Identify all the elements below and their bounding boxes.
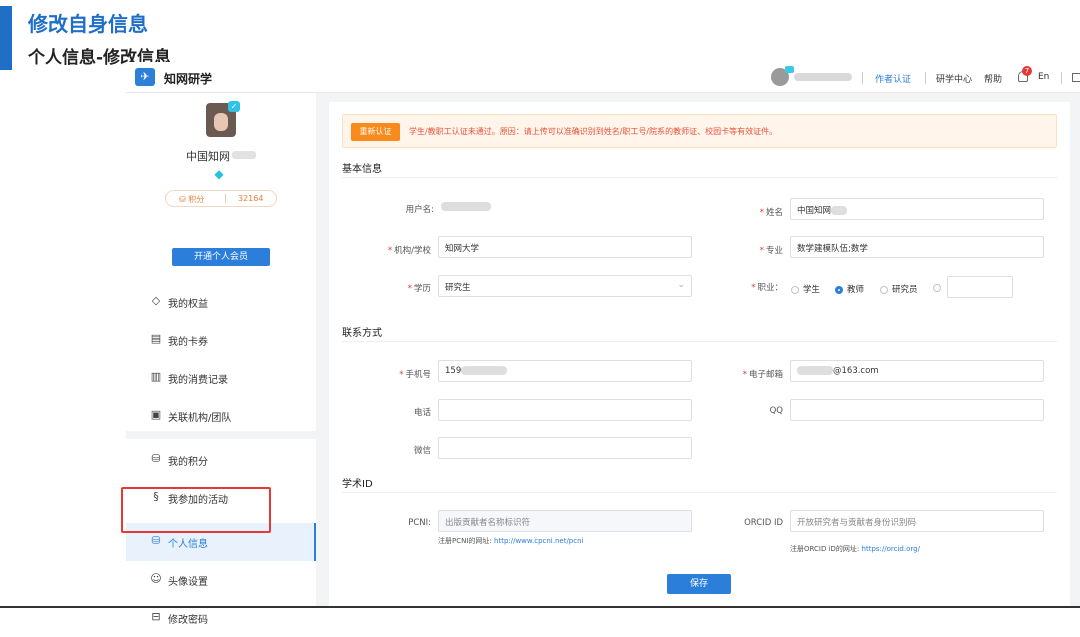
username-label: 用户名: [405, 205, 434, 215]
job-radio-student[interactable]: 学生 [791, 283, 820, 295]
orcid-input[interactable]: 开放研究者与贡献者身份识别码 [790, 510, 1044, 532]
job-other-input[interactable] [947, 276, 1013, 298]
education-select[interactable]: 研究生 ⌄ [438, 275, 692, 297]
username-value [441, 202, 491, 212]
job-radio-researcher[interactable]: 研究员 [880, 283, 918, 295]
coins-icon: ⛁ [151, 452, 161, 465]
vip-badge-icon [785, 66, 794, 73]
phone-input[interactable]: 159 [438, 360, 692, 382]
alert-message: 学生/教职工认证未通过。原因：请上传可以准确识别到姓名/职工号/院系的教师证、校… [409, 127, 778, 136]
recertify-button[interactable]: 重新认证 [351, 123, 400, 141]
logout-icon[interactable] [1072, 73, 1080, 82]
sidebar-item-consumption[interactable]: ▥ 我的消费记录 [126, 359, 316, 397]
language-toggle[interactable]: En [1038, 72, 1049, 82]
points-value: 32164 [238, 194, 264, 203]
orcid-link[interactable]: https://orcid.org/ [862, 545, 920, 553]
pcni-link[interactable]: http://www.cpcni.net/pcni [494, 537, 583, 545]
notification-count: 7 [1022, 66, 1032, 76]
coins-icon: ⛁ [151, 534, 161, 547]
qq-input[interactable] [790, 399, 1044, 421]
points-pill[interactable]: ⛁ 积分 32164 [165, 190, 277, 207]
research-center-link[interactable]: 研学中心 [936, 72, 972, 85]
sidebar-item-coupons[interactable]: ▤ 我的卡券 [126, 321, 316, 359]
chevron-down-icon: ⌄ [677, 280, 685, 290]
job-radio-other[interactable] [933, 283, 945, 293]
name-blurred [232, 151, 256, 159]
open-vip-button[interactable]: 开通个人会员 [172, 248, 270, 266]
cert-alert: 重新认证 学生/教职工认证未通过。原因：请上传可以准确识别到姓名/职工号/院系的… [342, 114, 1057, 148]
main-content: 重新认证 学生/教职工认证未通过。原因：请上传可以准确识别到姓名/职工号/院系的… [329, 102, 1070, 608]
ticket-icon: ▤ [150, 332, 162, 345]
diamond-icon: ◇ [151, 294, 161, 307]
email-input[interactable]: @163.com [790, 360, 1044, 382]
tel-label: 电话 [413, 408, 431, 418]
org-input[interactable]: 知网大学 [438, 236, 692, 258]
qq-label: QQ [769, 406, 783, 416]
job-label: * 职业： [751, 283, 783, 293]
pcni-label: PCNI: [408, 518, 431, 528]
section-contact-title: 联系方式 [342, 328, 382, 339]
name-label: * 姓名 [759, 208, 783, 218]
org-label: * 机构/学校 [387, 246, 431, 256]
user-circle-icon: ☺ [150, 572, 162, 585]
tel-input[interactable] [438, 399, 692, 421]
email-label: * 电子邮箱 [742, 370, 783, 380]
slide-accent-bar [0, 6, 12, 70]
active-indicator [314, 523, 316, 561]
divider [342, 177, 1057, 178]
points-label: ⛁ 积分 [179, 195, 205, 204]
divider [342, 492, 1057, 493]
brand-name[interactable]: 知网研学 [164, 70, 212, 87]
logo-icon[interactable]: ✈ [135, 68, 155, 86]
wechat-input[interactable] [438, 437, 692, 459]
username-blurred[interactable] [794, 73, 852, 81]
phone-label: * 手机号 [399, 370, 431, 380]
divider [342, 341, 1057, 342]
orcid-label: ORCID ID [744, 518, 783, 528]
divider [1061, 72, 1062, 84]
sidebar-item-organization[interactable]: ▣ 关联机构/团队 [126, 397, 316, 435]
pcni-hint: 注册PCNI的网址: http://www.cpcni.net/pcni [438, 537, 584, 545]
name-input[interactable]: 中国知网 [790, 198, 1044, 220]
lock-icon: ⊟ [151, 610, 161, 623]
sidebar-item-points[interactable]: ⛁ 我的积分 [126, 441, 316, 479]
verified-badge-icon: ✓ [228, 101, 240, 112]
author-cert-link[interactable]: 作者认证 [875, 72, 911, 85]
sidebar-item-benefits[interactable]: ◇ 我的权益 [126, 283, 316, 321]
orcid-hint: 注册ORCID iD的网址: https://orcid.org/ [790, 545, 920, 553]
divider [925, 72, 926, 84]
help-link[interactable]: 帮助 [984, 72, 1002, 85]
divider [862, 72, 863, 84]
slide-title: 修改自身信息 [28, 12, 148, 36]
job-radio-teacher[interactable]: 教师 [835, 283, 864, 295]
org-icon: ▣ [150, 408, 162, 421]
education-label: * 学历 [407, 284, 431, 294]
major-label: * 专业 [759, 246, 783, 256]
section-scholar-title: 学术ID [342, 479, 373, 490]
profile-card: ✓ 中国知网 ◆ ⛁ 积分 32164 开通个人会员 [126, 93, 316, 266]
diamond-icon: ◆ [214, 167, 224, 181]
sidebar-item-password[interactable]: ⊟ 修改密码 [126, 599, 316, 637]
sidebar-item-avatar[interactable]: ☺ 头像设置 [126, 561, 316, 599]
major-input[interactable]: 数学建模队伍;数学 [790, 236, 1044, 258]
section-basic-title: 基本信息 [342, 164, 382, 175]
profile-name: 中国知网 [186, 150, 230, 163]
top-navbar: ✈ 知网研学 作者认证 研学中心 帮助 7 En [126, 62, 1080, 93]
menu-divider [126, 431, 316, 439]
wechat-label: 微信 [413, 446, 431, 456]
receipt-icon: ▥ [150, 370, 162, 383]
pcni-input[interactable]: 出版贡献者名称标识符 [438, 510, 692, 532]
save-button[interactable]: 保存 [667, 574, 731, 594]
highlight-annotation [121, 487, 271, 533]
